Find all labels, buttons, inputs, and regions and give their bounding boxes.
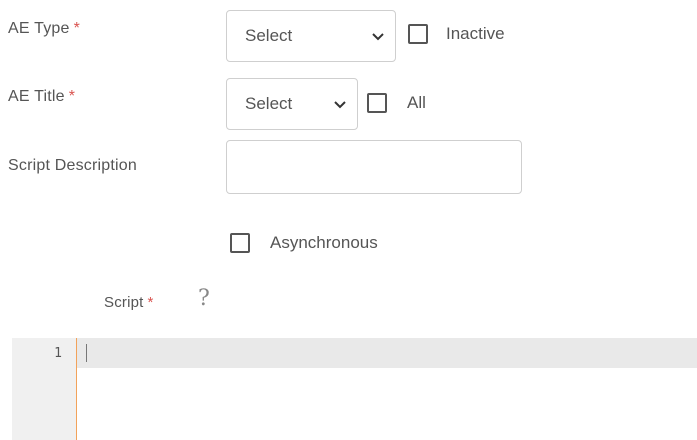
script-description-input[interactable] xyxy=(226,140,522,194)
ae-type-label: AE Type * xyxy=(8,20,80,38)
inactive-label: Inactive xyxy=(446,24,505,43)
inactive-checkbox[interactable] xyxy=(408,24,428,44)
all-checkbox[interactable] xyxy=(367,93,387,113)
text-cursor xyxy=(86,344,87,362)
required-asterisk: * xyxy=(147,294,154,311)
script-label-text: Script xyxy=(104,294,144,311)
script-label: Script * xyxy=(104,294,154,311)
all-label: All xyxy=(407,93,426,112)
chevron-down-icon xyxy=(334,101,346,109)
active-line-highlight xyxy=(77,338,697,368)
script-editor[interactable]: 1 xyxy=(0,338,697,440)
asynchronous-checkbox[interactable] xyxy=(230,233,250,253)
ae-title-select-value: Select xyxy=(245,94,293,113)
ae-type-select[interactable]: Select xyxy=(226,10,396,62)
asynchronous-label: Asynchronous xyxy=(270,233,378,252)
ae-type-select-value: Select xyxy=(245,26,293,45)
line-number: 1 xyxy=(54,346,62,361)
editor-gutter: 1 xyxy=(12,338,77,440)
ae-title-label: AE Title * xyxy=(8,88,75,106)
ae-title-label-text: AE Title xyxy=(8,88,65,105)
required-asterisk: * xyxy=(73,20,81,37)
help-icon[interactable]: ? xyxy=(198,286,210,311)
required-asterisk: * xyxy=(68,88,76,105)
script-description-label: Script Description xyxy=(8,157,137,174)
ae-type-label-text: AE Type xyxy=(8,20,70,37)
chevron-down-icon xyxy=(372,33,384,41)
ae-title-select[interactable]: Select xyxy=(226,78,358,130)
